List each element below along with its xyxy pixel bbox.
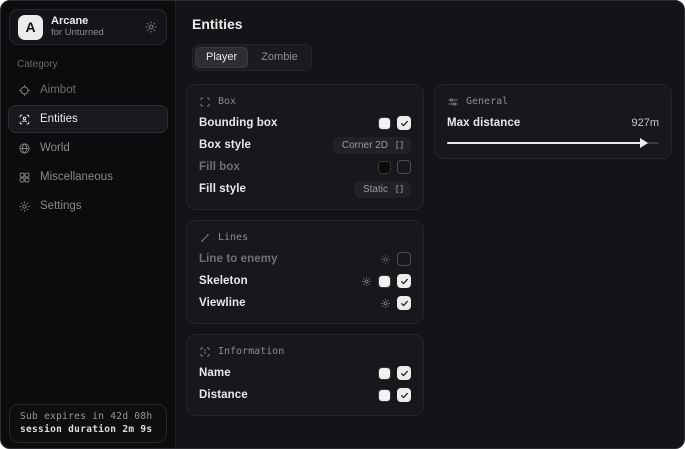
grid-icon bbox=[18, 171, 31, 184]
setting-row-max-distance: Max distance 927m bbox=[447, 112, 659, 134]
checkbox-unchecked[interactable] bbox=[397, 160, 411, 174]
entities-scan-icon bbox=[18, 113, 31, 126]
brand-card: A Arcane for Unturned bbox=[9, 9, 167, 45]
max-distance-value: 927m bbox=[631, 117, 659, 129]
fill-style-dropdown[interactable]: Static bbox=[354, 181, 411, 198]
scan-brackets-icon bbox=[199, 96, 211, 108]
row-settings-gear-icon[interactable] bbox=[361, 276, 372, 287]
sidebar-nav: Aimbot Entities World Miscellaneous bbox=[1, 76, 175, 220]
max-distance-slider[interactable] bbox=[447, 137, 659, 149]
slider-fill bbox=[447, 142, 644, 144]
screenshot: A Arcane for Unturned Category Aimbot bbox=[0, 0, 685, 449]
sub-expiry-text: Sub expires in 42d 08h bbox=[20, 411, 156, 422]
main-area: Entities Player Zombie Box Bounding box bbox=[176, 1, 685, 448]
checkbox-checked[interactable] bbox=[397, 366, 411, 380]
setting-row-box-style: Box style Corner 2D bbox=[199, 134, 411, 156]
selector-icon bbox=[395, 184, 404, 194]
sidebar-item-aimbot[interactable]: Aimbot bbox=[8, 76, 168, 104]
subscription-info-card: Sub expires in 42d 08h session duration … bbox=[9, 404, 167, 443]
sidebar-item-entities[interactable]: Entities bbox=[8, 105, 168, 133]
category-label: Category bbox=[17, 59, 175, 70]
sidebar-item-world[interactable]: World bbox=[8, 134, 168, 162]
row-settings-gear-icon[interactable] bbox=[380, 254, 391, 265]
setting-row-bounding-box: Bounding box bbox=[199, 112, 411, 134]
color-swatch[interactable] bbox=[378, 367, 391, 380]
checkbox-unchecked[interactable] bbox=[397, 252, 411, 266]
information-panel: Information Name Distance bbox=[186, 334, 424, 416]
sidebar-item-label: Miscellaneous bbox=[40, 171, 113, 183]
brand-subtitle: for Unturned bbox=[51, 28, 104, 39]
selector-icon bbox=[395, 140, 404, 150]
color-swatch[interactable] bbox=[378, 117, 391, 130]
color-swatch[interactable] bbox=[378, 161, 391, 174]
sidebar-item-label: Aimbot bbox=[40, 84, 76, 96]
slider-thumb-arrow-icon[interactable] bbox=[640, 138, 648, 148]
panel-title: Information bbox=[218, 346, 284, 357]
sliders-icon bbox=[447, 96, 459, 108]
panel-title: Box bbox=[218, 96, 236, 107]
sidebar: A Arcane for Unturned Category Aimbot bbox=[1, 1, 176, 448]
setting-row-distance: Distance bbox=[199, 384, 411, 406]
panel-title: Lines bbox=[218, 232, 248, 243]
sidebar-item-label: World bbox=[40, 142, 70, 154]
crosshair-icon bbox=[18, 84, 31, 97]
box-panel: Box Bounding box Box style bbox=[186, 84, 424, 210]
page-title: Entities bbox=[192, 16, 672, 32]
color-swatch[interactable] bbox=[378, 389, 391, 402]
panel-title: General bbox=[466, 96, 508, 107]
brand-logo: A bbox=[18, 15, 43, 40]
setting-row-viewline: Viewline bbox=[199, 292, 411, 314]
checkbox-checked[interactable] bbox=[397, 116, 411, 130]
settings-gear-icon[interactable] bbox=[144, 20, 158, 34]
diagonal-line-icon bbox=[199, 232, 211, 244]
tab-player[interactable]: Player bbox=[195, 47, 248, 68]
entity-tabbar: Player Zombie bbox=[192, 44, 312, 71]
tab-zombie[interactable]: Zombie bbox=[250, 47, 309, 68]
sidebar-item-miscellaneous[interactable]: Miscellaneous bbox=[8, 163, 168, 191]
sidebar-item-label: Settings bbox=[40, 200, 82, 212]
info-scan-icon bbox=[199, 346, 211, 358]
lines-panel: Lines Line to enemy Skeleton bbox=[186, 220, 424, 324]
setting-row-fill-style: Fill style Static bbox=[199, 178, 411, 200]
app-window: A Arcane for Unturned Category Aimbot bbox=[0, 0, 685, 449]
row-settings-gear-icon[interactable] bbox=[380, 298, 391, 309]
box-style-dropdown[interactable]: Corner 2D bbox=[333, 137, 411, 154]
setting-row-skeleton: Skeleton bbox=[199, 270, 411, 292]
brand-name: Arcane bbox=[51, 15, 104, 28]
setting-row-line-to-enemy: Line to enemy bbox=[199, 248, 411, 270]
globe-icon bbox=[18, 142, 31, 155]
sidebar-item-settings[interactable]: Settings bbox=[8, 192, 168, 220]
sidebar-item-label: Entities bbox=[40, 113, 78, 125]
setting-row-name: Name bbox=[199, 362, 411, 384]
session-duration-text: session duration 2m 9s bbox=[20, 424, 156, 435]
color-swatch[interactable] bbox=[378, 275, 391, 288]
general-panel: General Max distance 927m bbox=[434, 84, 672, 159]
setting-row-fill-box: Fill box bbox=[199, 156, 411, 178]
gear-icon bbox=[18, 200, 31, 213]
checkbox-checked[interactable] bbox=[397, 296, 411, 310]
checkbox-checked[interactable] bbox=[397, 274, 411, 288]
checkbox-checked[interactable] bbox=[397, 388, 411, 402]
